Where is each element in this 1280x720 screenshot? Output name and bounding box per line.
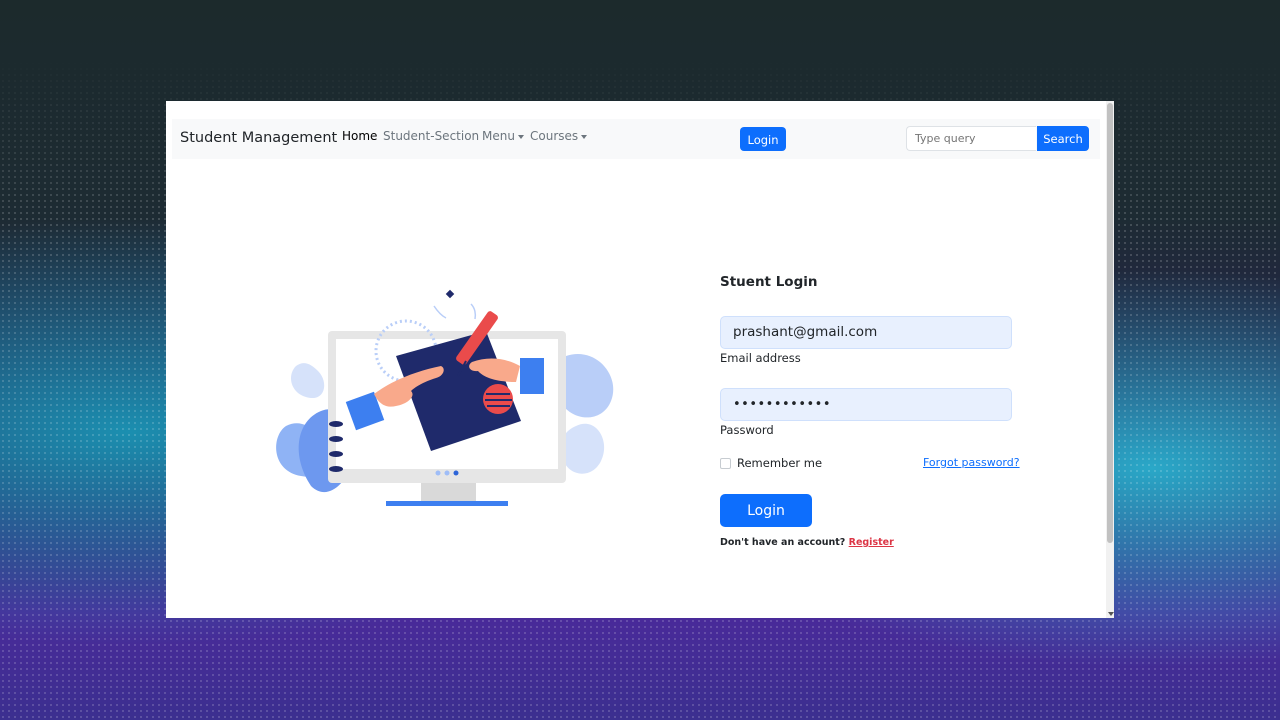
scrollbar-thumb[interactable] (1107, 103, 1113, 543)
nav-dropdown-courses-label: Courses (530, 129, 579, 143)
remember-me-label[interactable]: Remember me (737, 456, 822, 470)
nav-link-home[interactable]: Home (342, 129, 377, 143)
password-field[interactable]: •••••••••••• (720, 388, 1012, 421)
register-prompt: Don't have an account? Register (720, 537, 894, 548)
password-label: Password (720, 423, 774, 437)
caret-down-icon (517, 134, 524, 139)
search-button[interactable]: Search (1037, 126, 1089, 151)
nav-link-student-section[interactable]: Student-Section (383, 129, 479, 143)
nav-dropdown-menu-label: Menu (482, 129, 515, 143)
email-field[interactable]: prashant@gmail.com (720, 316, 1012, 349)
navbar-brand[interactable]: Student Management (180, 130, 337, 146)
caret-down-icon (581, 134, 588, 139)
register-prompt-text: Don't have an account? (720, 537, 846, 548)
browser-page: Student Management Home Student-Section … (166, 101, 1114, 618)
login-illustration (276, 289, 614, 506)
search-input[interactable] (906, 126, 1036, 151)
forgot-password-link[interactable]: Forgot password? (923, 456, 1020, 469)
remember-me-checkbox[interactable] (720, 458, 731, 469)
nav-dropdown-courses[interactable]: Courses (530, 129, 588, 143)
scroll-down-icon[interactable] (1108, 612, 1114, 616)
navbar-login-button[interactable]: Login (740, 127, 786, 151)
email-label: Email address (720, 351, 801, 365)
nav-dropdown-menu[interactable]: Menu (482, 129, 524, 143)
login-submit-button[interactable]: Login (720, 494, 812, 527)
login-title: Stuent Login (720, 274, 818, 290)
navbar: Student Management Home Student-Section … (172, 119, 1100, 159)
page-scrollbar[interactable] (1106, 101, 1114, 618)
register-link[interactable]: Register (849, 537, 894, 548)
